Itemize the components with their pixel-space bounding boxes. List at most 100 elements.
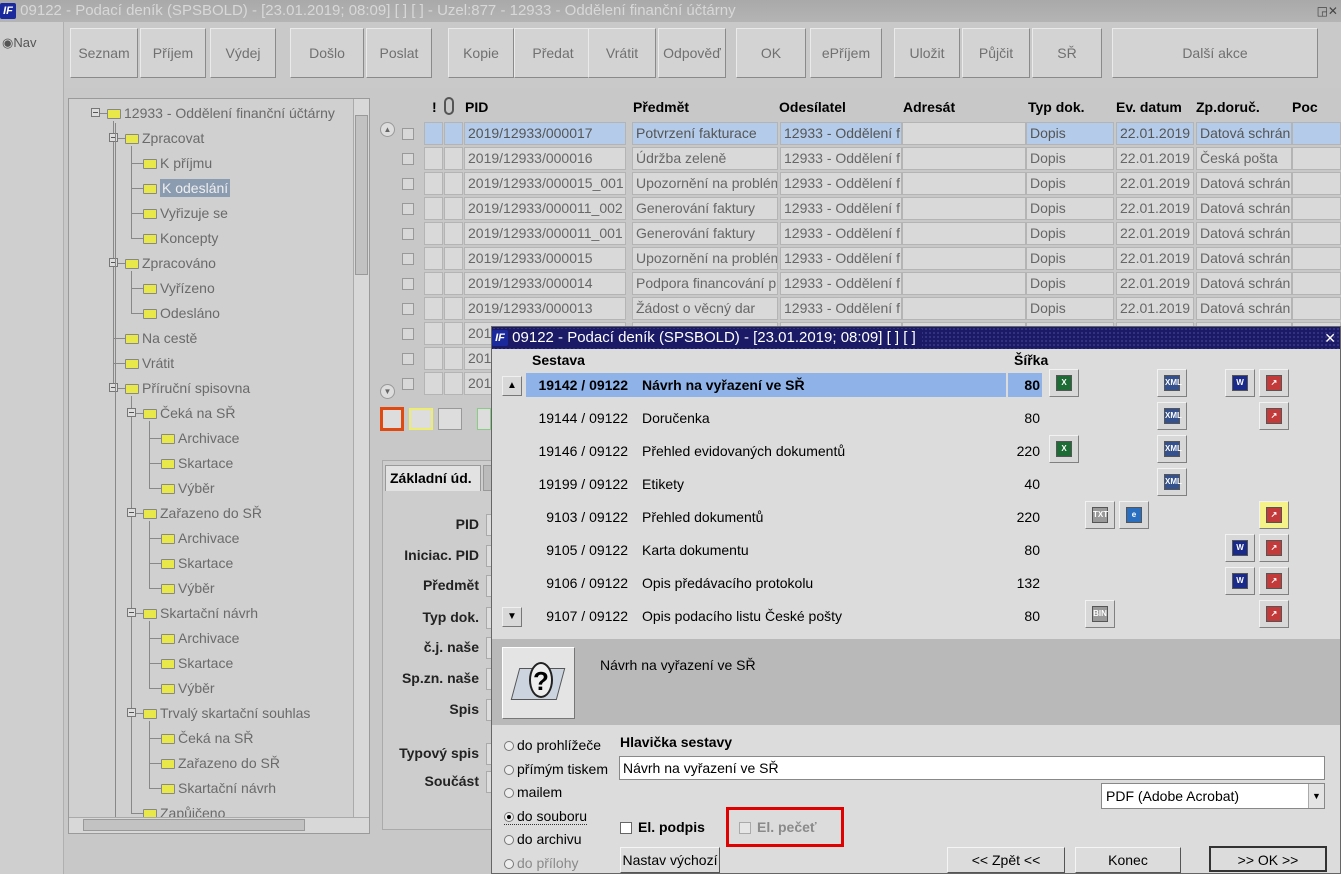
grid-cell-datum[interactable]: 22.01.2019 bbox=[1116, 297, 1194, 320]
flag-cell[interactable] bbox=[424, 222, 443, 245]
export-bin-icon[interactable]: BIN bbox=[1085, 600, 1115, 628]
printer-help-icon[interactable]: ? bbox=[502, 647, 575, 719]
grid-cell-odesilatel[interactable]: 12933 - Oddělení f bbox=[780, 272, 902, 295]
report-row[interactable]: 9105 / 09122 Karta dokumentu bbox=[526, 538, 1006, 562]
tree-item[interactable]: Skartace bbox=[161, 453, 233, 473]
export-xml-icon[interactable]: XML bbox=[1157, 435, 1187, 463]
collapse-icon[interactable] bbox=[127, 508, 136, 517]
export-txt-icon[interactable]: TXT bbox=[1085, 501, 1115, 529]
tree-item[interactable]: Koncepty bbox=[143, 228, 218, 248]
grid-cell-zp[interactable]: Datová schrán bbox=[1196, 172, 1292, 195]
grid-cell-poc[interactable] bbox=[1292, 247, 1341, 270]
tree-item[interactable]: Trvalý skartační souhlas bbox=[143, 703, 310, 723]
grid-header[interactable]: PID bbox=[465, 95, 488, 119]
scroll-up-icon[interactable]: ▲ bbox=[502, 376, 522, 396]
report-row[interactable]: 19146 / 09122 Přehled evidovaných dokumen… bbox=[526, 439, 1006, 463]
export-ie-icon[interactable]: e bbox=[1119, 501, 1149, 529]
flag-cell[interactable] bbox=[424, 147, 443, 170]
grid-cell-poc[interactable] bbox=[1292, 172, 1341, 195]
toolbar-button-2[interactable]: Výdej bbox=[210, 28, 276, 78]
row-checkbox[interactable] bbox=[402, 128, 414, 140]
flag-cell[interactable] bbox=[424, 122, 443, 145]
export-xml-icon[interactable]: XML bbox=[1157, 369, 1187, 397]
tree-item[interactable]: Na cestě bbox=[125, 328, 197, 348]
report-row[interactable]: 9106 / 09122 Opis předávacího protokolu bbox=[526, 571, 1006, 595]
grid-cell-predmet[interactable]: Podpora financování p bbox=[632, 272, 778, 295]
tree-item[interactable]: Výběr bbox=[161, 578, 215, 598]
grid-cell-adresat[interactable] bbox=[902, 172, 1026, 195]
toolbar-button-14[interactable]: Další akce bbox=[1112, 28, 1318, 78]
grid-cell-datum[interactable]: 22.01.2019 bbox=[1116, 147, 1194, 170]
grid-cell-datum[interactable]: 22.01.2019 bbox=[1116, 197, 1194, 220]
flag-cell[interactable] bbox=[444, 272, 463, 295]
flag-cell[interactable] bbox=[424, 372, 443, 395]
row-checkbox[interactable] bbox=[402, 228, 414, 240]
toolbar-button-0[interactable]: Seznam bbox=[70, 28, 138, 78]
collapse-icon[interactable] bbox=[109, 383, 118, 392]
grid-cell-zp[interactable]: Česká pošta bbox=[1196, 147, 1292, 170]
toolbar-button-9[interactable]: OK bbox=[736, 28, 806, 78]
grid-cell-datum[interactable]: 22.01.2019 bbox=[1116, 172, 1194, 195]
row-checkbox[interactable] bbox=[402, 203, 414, 215]
export-doc-icon[interactable]: W bbox=[1225, 534, 1255, 562]
flag-cell[interactable] bbox=[444, 247, 463, 270]
ok-button[interactable]: >> OK >> bbox=[1209, 846, 1327, 872]
flag-cell[interactable] bbox=[444, 222, 463, 245]
output-radio[interactable]: mailem bbox=[504, 784, 562, 800]
toolbar-button-12[interactable]: Půjčit bbox=[962, 28, 1030, 78]
tree-horizontal-scrollbar[interactable] bbox=[69, 817, 369, 833]
collapse-icon[interactable] bbox=[127, 608, 136, 617]
output-radio[interactable]: do souboru bbox=[504, 808, 588, 825]
grid-cell-pid[interactable]: 2019/12933/000011_002 bbox=[464, 197, 626, 220]
grid-cell-poc[interactable] bbox=[1292, 197, 1341, 220]
grid-cell-zp[interactable]: Datová schrán bbox=[1196, 222, 1292, 245]
grid-cell-adresat[interactable] bbox=[902, 147, 1026, 170]
export-pdf-icon[interactable]: ↗ bbox=[1259, 600, 1289, 628]
grid-cell-predmet[interactable]: Generování faktury bbox=[632, 197, 778, 220]
export-xls-icon[interactable]: X bbox=[1049, 435, 1079, 463]
grid-cell-typ[interactable]: Dopis bbox=[1026, 247, 1114, 270]
tree-item[interactable]: Skartace bbox=[161, 653, 233, 673]
toolbar-button-5[interactable]: Kopie bbox=[448, 28, 514, 78]
grid-cell-predmet[interactable]: Generování faktury bbox=[632, 222, 778, 245]
flag-cell[interactable] bbox=[444, 197, 463, 220]
grid-header[interactable]: Odesílatel bbox=[779, 95, 846, 119]
export-doc-icon[interactable]: W bbox=[1225, 567, 1255, 595]
window-controls-icon[interactable]: ◲✕ bbox=[1317, 0, 1338, 22]
grid-cell-typ[interactable]: Dopis bbox=[1026, 147, 1114, 170]
header-input[interactable] bbox=[619, 756, 1325, 780]
export-xml-icon[interactable]: XML bbox=[1157, 402, 1187, 430]
export-pdf-icon[interactable]: ↗ bbox=[1259, 369, 1289, 397]
toolbar-button-1[interactable]: Příjem bbox=[140, 28, 206, 78]
collapse-icon[interactable] bbox=[127, 408, 136, 417]
grid-header[interactable]: Předmět bbox=[633, 95, 689, 119]
export-pdf-icon[interactable]: ↗ bbox=[1259, 402, 1289, 430]
row-checkbox[interactable] bbox=[402, 278, 414, 290]
grid-cell-odesilatel[interactable]: 12933 - Oddělení f bbox=[780, 222, 902, 245]
tree-item[interactable]: K odeslání bbox=[143, 178, 231, 198]
tree-item[interactable]: Archivace bbox=[161, 628, 239, 648]
filter-icon-yellow[interactable] bbox=[409, 408, 433, 430]
grid-cell-pid[interactable]: 2019/12933/000013 bbox=[464, 297, 626, 320]
flag-cell[interactable] bbox=[424, 322, 443, 345]
tree-vertical-scrollbar[interactable] bbox=[353, 99, 369, 819]
tree-hscroll-thumb[interactable] bbox=[83, 819, 305, 831]
el-pecet-checkbox[interactable]: El. pečeť bbox=[739, 819, 817, 835]
tree-item[interactable]: Čeká na SŘ bbox=[143, 403, 235, 423]
toolbar-button-4[interactable]: Poslat bbox=[366, 28, 432, 78]
grid-cell-datum[interactable]: 22.01.2019 bbox=[1116, 272, 1194, 295]
tree-item[interactable]: Čeká na SŘ bbox=[161, 728, 253, 748]
flag-cell[interactable] bbox=[424, 272, 443, 295]
grid-cell-adresat[interactable] bbox=[902, 222, 1026, 245]
grid-cell-adresat[interactable] bbox=[902, 122, 1026, 145]
nav-toggle[interactable]: ◉Nav bbox=[2, 35, 36, 51]
export-pdf-icon[interactable]: ↗ bbox=[1259, 534, 1289, 562]
tree-item[interactable]: 12933 - Oddělení finanční účtárny bbox=[107, 103, 335, 123]
toolbar-button-11[interactable]: Uložit bbox=[894, 28, 960, 78]
grid-header[interactable]: Ev. datum bbox=[1116, 95, 1182, 119]
filter-icon-gray[interactable] bbox=[438, 408, 462, 430]
grid-cell-adresat[interactable] bbox=[902, 297, 1026, 320]
export-xls-icon[interactable]: X bbox=[1049, 369, 1079, 397]
grid-cell-zp[interactable]: Datová schrán bbox=[1196, 297, 1292, 320]
output-radio[interactable]: do prohlížeče bbox=[504, 737, 601, 753]
